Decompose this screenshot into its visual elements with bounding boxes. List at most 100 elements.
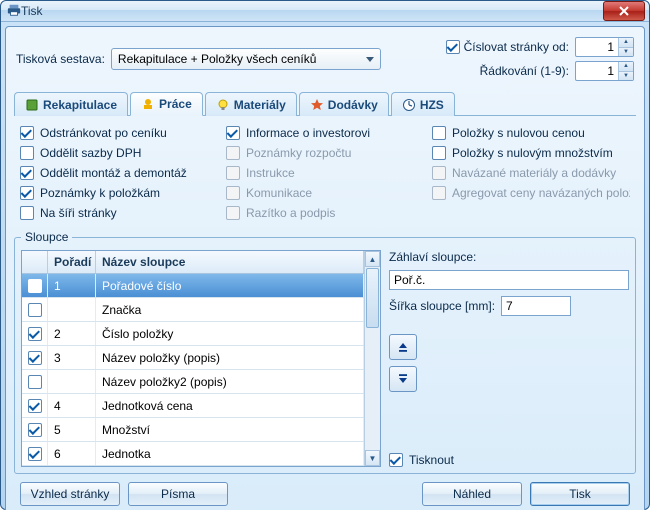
content: Tisková sestava: Rekapitulace + Položky … bbox=[5, 26, 645, 510]
option-row: Na šíři stránky bbox=[20, 206, 218, 220]
spin-down-icon[interactable]: ▼ bbox=[619, 48, 633, 57]
option-checkbox[interactable] bbox=[20, 206, 34, 220]
option-label: Odstránkovat po ceníku bbox=[40, 126, 167, 140]
vzhled-button[interactable]: Vzhled stránky bbox=[20, 482, 120, 506]
scroll-track[interactable] bbox=[365, 329, 380, 450]
table-row[interactable]: 5Množství bbox=[22, 418, 364, 442]
tabs: Rekapitulace Práce Materiály Dodávky HZS bbox=[14, 91, 636, 116]
cislovat-checkbox[interactable] bbox=[446, 40, 460, 54]
row-order: 3 bbox=[48, 346, 96, 369]
worker-icon bbox=[141, 97, 155, 111]
row-checkbox[interactable] bbox=[28, 303, 42, 317]
option-row: Razítko a podpis bbox=[226, 206, 424, 220]
row-order bbox=[48, 370, 96, 393]
row-checkbox[interactable] bbox=[28, 351, 42, 365]
zahlavi-input[interactable] bbox=[389, 270, 629, 290]
nahled-button[interactable]: Náhled bbox=[422, 482, 522, 506]
radkovani-spinner[interactable]: ▲▼ bbox=[575, 61, 634, 81]
tab-práce[interactable]: Práce bbox=[130, 92, 203, 116]
row-checkbox[interactable] bbox=[28, 447, 42, 461]
options-grid: Odstránkovat po ceníku Informace o invest… bbox=[14, 116, 636, 228]
option-row: Poznámky rozpočtu bbox=[226, 146, 424, 160]
move-down-button[interactable] bbox=[389, 366, 417, 392]
option-row: Poznámky k položkám bbox=[20, 186, 218, 200]
option-row: Informace o investorovi bbox=[226, 126, 424, 140]
columns-legend: Sloupce bbox=[21, 230, 72, 244]
option-checkbox bbox=[226, 146, 240, 160]
columns-table: Pořadí Název sloupce 1Pořadové čísloZnač… bbox=[22, 251, 364, 466]
row-name: Pořadové číslo bbox=[96, 274, 364, 297]
tab-dodávky[interactable]: Dodávky bbox=[299, 92, 389, 116]
tab-label: Materiály bbox=[234, 98, 286, 112]
tisknout-row: Tisknout bbox=[389, 453, 629, 467]
option-row: Oddělit montáž a demontáž bbox=[20, 166, 218, 180]
scroll-down-icon[interactable]: ▼ bbox=[365, 450, 380, 466]
option-checkbox[interactable] bbox=[20, 186, 34, 200]
option-label: Informace o investorovi bbox=[246, 126, 370, 140]
table-row[interactable]: 2Číslo položky bbox=[22, 322, 364, 346]
option-checkbox[interactable] bbox=[20, 146, 34, 160]
spin-down-icon[interactable]: ▼ bbox=[619, 72, 633, 81]
option-checkbox bbox=[432, 166, 446, 180]
close-button[interactable] bbox=[603, 1, 645, 21]
option-checkbox[interactable] bbox=[226, 126, 240, 140]
scroll-up-icon[interactable]: ▲ bbox=[365, 251, 380, 267]
pisma-button[interactable]: Písma bbox=[128, 482, 228, 506]
zahlavi-label: Záhlaví sloupce: bbox=[389, 250, 629, 264]
table-row[interactable]: 3Název položky (popis) bbox=[22, 346, 364, 370]
header-nazev: Název sloupce bbox=[96, 251, 364, 273]
row-name: Jednotková cena bbox=[96, 394, 364, 417]
option-label: Poznámky rozpočtu bbox=[246, 146, 351, 160]
cislovat-spinner[interactable]: ▲▼ bbox=[575, 37, 634, 57]
option-checkbox bbox=[226, 166, 240, 180]
tab-label: HZS bbox=[420, 98, 444, 112]
tab-label: Rekapitulace bbox=[43, 98, 117, 112]
numbering-block: Číslovat stránky od: ▲▼ Řádkování (1-9):… bbox=[446, 37, 634, 81]
chevron-down-icon bbox=[366, 57, 374, 62]
move-up-button[interactable] bbox=[389, 334, 417, 360]
option-label: Položky s nulovým množstvím bbox=[452, 146, 613, 160]
table-row[interactable]: Název položky2 (popis) bbox=[22, 370, 364, 394]
option-checkbox[interactable] bbox=[20, 166, 34, 180]
option-checkbox[interactable] bbox=[20, 126, 34, 140]
table-row[interactable]: 4Jednotková cena bbox=[22, 394, 364, 418]
tisknout-checkbox[interactable] bbox=[389, 453, 403, 467]
top-row: Tisková sestava: Rekapitulace + Položky … bbox=[14, 33, 636, 85]
row-order: 2 bbox=[48, 322, 96, 345]
tab-rekapitulace[interactable]: Rekapitulace bbox=[14, 92, 128, 116]
sestava-value: Rekapitulace + Položky všech ceníků bbox=[118, 52, 316, 66]
table-header: Pořadí Název sloupce bbox=[22, 251, 364, 274]
spin-up-icon[interactable]: ▲ bbox=[619, 38, 633, 48]
tisk-button[interactable]: Tisk bbox=[530, 482, 630, 506]
table-row[interactable]: 6Jednotka bbox=[22, 442, 364, 466]
table-row[interactable]: Značka bbox=[22, 298, 364, 322]
header-poradi: Pořadí bbox=[48, 251, 96, 273]
sirka-input[interactable] bbox=[501, 296, 571, 316]
tisknout-label: Tisknout bbox=[409, 453, 454, 467]
tab-materiály[interactable]: Materiály bbox=[205, 92, 297, 116]
columns-fieldset: Sloupce Pořadí Název sloupce 1Pořadové č… bbox=[14, 230, 636, 474]
print-dialog: Tisk Tisková sestava: Rekapitulace + Pol… bbox=[0, 0, 650, 510]
table-row[interactable]: 1Pořadové číslo bbox=[22, 274, 364, 298]
row-checkbox[interactable] bbox=[28, 423, 42, 437]
tab-hzs[interactable]: HZS bbox=[391, 92, 455, 116]
row-checkbox[interactable] bbox=[28, 279, 42, 293]
option-label: Agregovat ceny navázaných položek bbox=[452, 186, 630, 200]
option-checkbox[interactable] bbox=[432, 146, 446, 160]
radkovani-input[interactable] bbox=[576, 64, 618, 78]
cislovat-input[interactable] bbox=[576, 40, 618, 54]
option-checkbox[interactable] bbox=[432, 126, 446, 140]
move-up-icon bbox=[396, 340, 410, 354]
row-name: Značka bbox=[96, 298, 364, 321]
option-row: Agregovat ceny navázaných položek bbox=[432, 186, 630, 200]
vertical-scrollbar[interactable]: ▲ ▼ bbox=[364, 251, 380, 466]
row-checkbox[interactable] bbox=[28, 375, 42, 389]
row-checkbox[interactable] bbox=[28, 399, 42, 413]
spin-up-icon[interactable]: ▲ bbox=[619, 62, 633, 72]
option-label: Instrukce bbox=[246, 166, 295, 180]
row-checkbox[interactable] bbox=[28, 327, 42, 341]
tab-label: Práce bbox=[159, 97, 192, 111]
scroll-thumb[interactable] bbox=[366, 268, 379, 328]
option-label: Na šíři stránky bbox=[40, 206, 117, 220]
sestava-combo[interactable]: Rekapitulace + Položky všech ceníků bbox=[111, 48, 381, 70]
